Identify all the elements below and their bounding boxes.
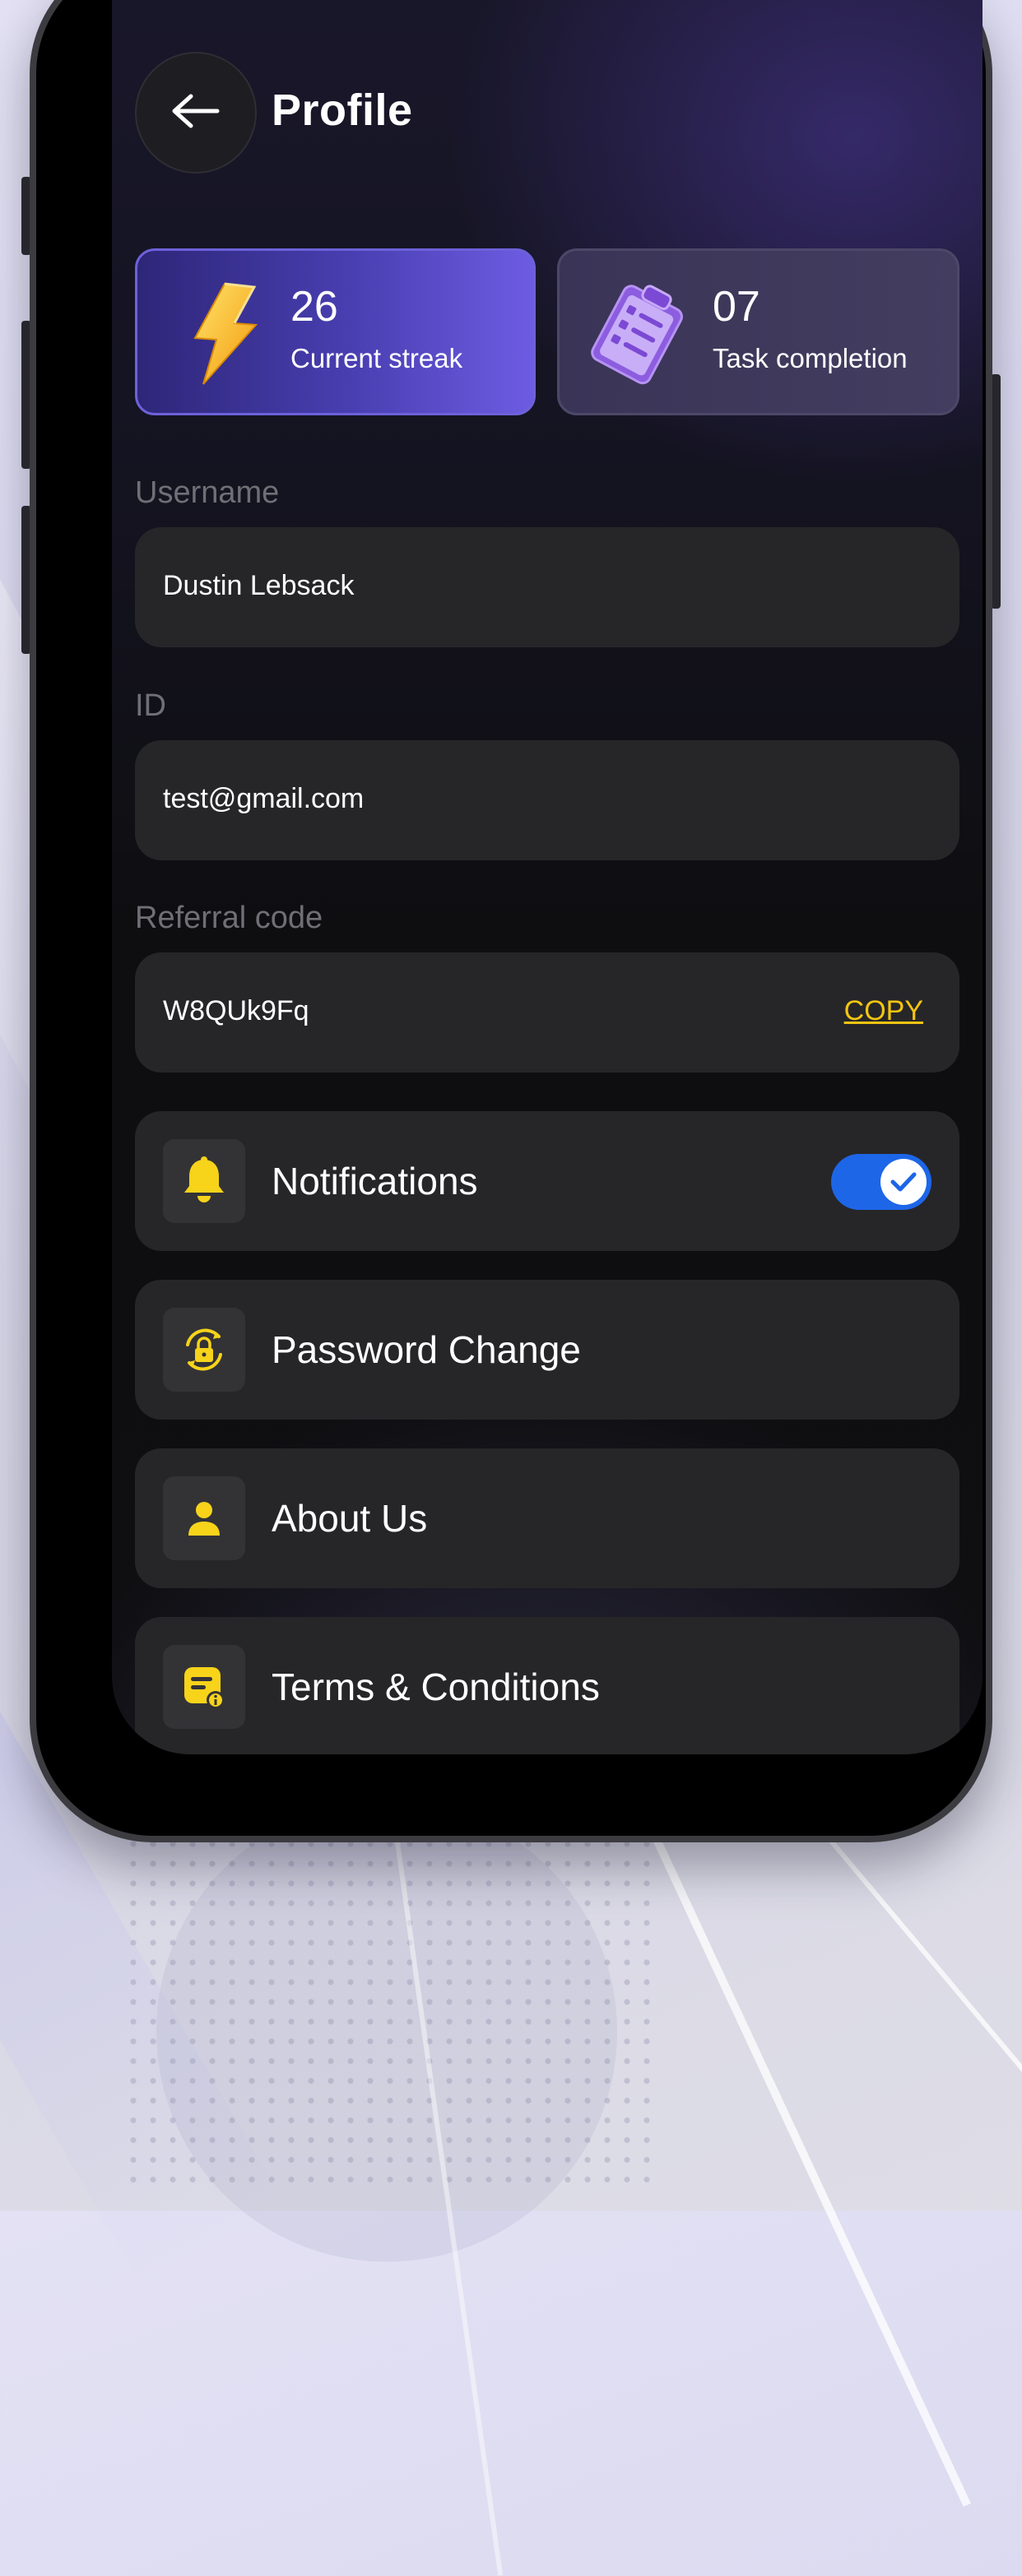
id-value: test@gmail.com <box>163 783 365 814</box>
person-icon <box>163 1476 245 1560</box>
notifications-label: Notifications <box>272 1160 478 1202</box>
background-dot-pattern <box>123 1834 658 2196</box>
stat-card-streak: 26 Current streak <box>135 248 536 415</box>
id-label: ID <box>135 688 166 723</box>
background-ray <box>650 1832 971 2507</box>
notifications-row[interactable]: Notifications <box>135 1111 959 1251</box>
page-title: Profile <box>272 86 413 135</box>
streak-value: 26 <box>290 283 338 331</box>
streak-label: Current streak <box>290 343 463 373</box>
phone-bezel: Profile 26 Current streak 07 Task comple… <box>36 0 986 1836</box>
about-us-row[interactable]: About Us <box>135 1448 959 1588</box>
username-label: Username <box>135 475 280 510</box>
id-field[interactable]: test@gmail.com <box>135 740 959 860</box>
referral-code-label: Referral code <box>135 901 323 935</box>
password-change-row[interactable]: Password Change <box>135 1280 959 1420</box>
password-change-label: Password Change <box>272 1328 581 1371</box>
arrow-left-icon <box>171 93 221 133</box>
back-button[interactable] <box>135 52 257 174</box>
copy-button[interactable]: COPY <box>844 995 923 1027</box>
phone-frame: Profile 26 Current streak 07 Task comple… <box>30 0 992 1842</box>
app-screen: Profile 26 Current streak 07 Task comple… <box>112 0 983 1754</box>
notifications-toggle[interactable] <box>831 1154 931 1210</box>
task-completion-value: 07 <box>713 283 760 331</box>
username-field[interactable]: Dustin Lebsack <box>135 527 959 647</box>
terms-conditions-row[interactable]: Terms & Conditions <box>135 1617 959 1754</box>
username-value: Dustin Lebsack <box>163 570 355 601</box>
document-info-icon <box>163 1645 245 1729</box>
lock-refresh-icon <box>163 1308 245 1392</box>
about-us-label: About Us <box>272 1497 428 1540</box>
background-ray <box>823 1832 1022 2403</box>
clipboard-checklist-icon <box>584 276 691 391</box>
lightning-icon <box>174 280 272 387</box>
terms-conditions-label: Terms & Conditions <box>272 1666 600 1708</box>
bell-icon <box>163 1139 245 1223</box>
task-completion-label: Task completion <box>713 343 908 373</box>
referral-code-field: W8QUk9Fq COPY <box>135 952 959 1073</box>
check-icon <box>880 1159 927 1205</box>
referral-code-value: W8QUk9Fq <box>163 995 309 1026</box>
stat-card-task-completion: 07 Task completion <box>557 248 959 415</box>
